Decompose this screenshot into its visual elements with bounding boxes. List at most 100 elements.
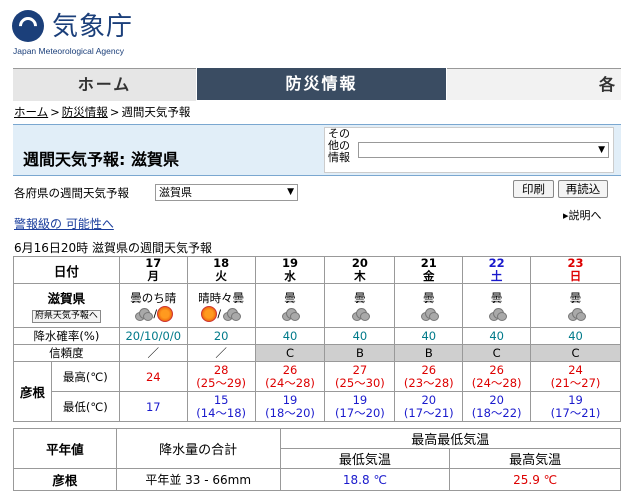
normal-min-value: 18.8 ℃ (279, 468, 451, 491)
normal-precip-value: 平年並 33 - 66mm (115, 468, 281, 491)
min-temp-value: 20 (489, 392, 504, 407)
pref-select-value: 滋賀県 (159, 186, 192, 199)
max-temp: 24 (21〜27) (530, 361, 621, 392)
weather-cell: 曇 (254, 283, 326, 328)
global-nav: ホーム 防災情報 各 (13, 68, 621, 101)
pop-value: 40 (394, 327, 464, 345)
min-temp-range: (17〜21) (403, 405, 454, 420)
max-temp-value: 26 (421, 362, 437, 377)
cloud-icon (350, 307, 370, 321)
weather-cell: 曇 (394, 283, 464, 328)
breadcrumb-home[interactable]: ホーム (14, 105, 48, 119)
max-temp-value: 26 (282, 362, 298, 377)
sun-icon (157, 305, 174, 322)
day-header: 19 水 (254, 256, 326, 284)
min-temp-value: 19 (352, 392, 368, 407)
city-name: 彦根 (13, 361, 52, 422)
day-dow: 水 (284, 269, 296, 283)
breadcrumb-sep: > (50, 105, 60, 119)
weather-cell: 曇 (530, 283, 621, 328)
min-temp-value: 19 (568, 392, 583, 407)
min-temp-value: 15 (213, 392, 229, 407)
other-info-select[interactable]: ▼ (358, 142, 609, 158)
weather-row: 滋賀県 府県天気予報へ 曇のち晴 / 晴時々曇 / 曇 曇 曇 曇 曇 (13, 283, 621, 328)
day-header: 18 火 (186, 256, 256, 284)
region-name: 滋賀県 (47, 291, 86, 306)
min-temp-range: (17〜20) (335, 405, 385, 420)
reliability-value: ／ (118, 344, 188, 362)
sun-icon (201, 305, 218, 322)
breadcrumb-disaster-info[interactable]: 防災情報 (62, 105, 108, 119)
min-temp: 19 (17〜20) (324, 391, 396, 422)
weather-text: 曇 (354, 291, 366, 306)
max-temp: 26 (24〜28) (462, 361, 532, 392)
pref-forecast-button[interactable]: 府県天気予報へ (31, 310, 101, 323)
weather-cell: 曇のち晴 / (118, 283, 188, 328)
day-dow: 火 (215, 269, 227, 283)
min-label: 最低(℃) (50, 391, 120, 422)
reliability-row: 信頼度 ／ ／ C B B C C (13, 344, 621, 362)
nav-disaster-info[interactable]: 防災情報 (197, 68, 446, 100)
reliability-value: C (462, 344, 532, 362)
max-temp-range: (24〜28) (265, 375, 315, 390)
min-temp-row: 最低(℃) 17 15 (14〜18) 19 (18〜20) 19 (17〜20) 2… (14, 391, 621, 422)
day-dow: 土 (490, 269, 503, 283)
print-button[interactable]: 印刷 (513, 180, 554, 198)
min-temp-value: 20 (421, 392, 437, 407)
pop-value: 40 (462, 327, 532, 345)
pop-row: 降水確率(%) 20/10/0/0 20 40 40 40 40 40 (13, 327, 621, 345)
min-temp-value: 19 (282, 392, 298, 407)
reliability-value: ／ (186, 344, 256, 362)
pop-value: 40 (324, 327, 396, 345)
cloud-icon (419, 307, 439, 321)
day-header-sunday: 23 日 (530, 256, 621, 284)
cloud-icon (280, 307, 301, 321)
logo-subtitle: Japan Meteorological Agency (13, 46, 125, 56)
day-dow: 金 (423, 269, 435, 283)
weather-cell: 曇 (324, 283, 396, 328)
other-info-label: その他の情報 (328, 127, 350, 164)
logo-title[interactable]: 気象庁 (52, 6, 133, 43)
pop-value: 40 (254, 327, 326, 345)
weather-text: 晴時々曇 (198, 290, 245, 305)
issue-time: 6月16日20時 滋賀県の週間天気予報 (14, 241, 212, 255)
temp-label: 最高最低気温 (279, 428, 621, 449)
min-temp: 20 (17〜21) (394, 391, 464, 422)
pop-label: 降水確率(%) (13, 327, 120, 345)
warning-possibility-link[interactable]: 警報級の 可能性へ (14, 215, 114, 232)
normals-header-row: 平年値 降水量の合計 最高最低気温 (13, 428, 621, 469)
min-temp-value: 17 (145, 399, 161, 414)
min-temp-range: (18〜22) (471, 405, 522, 420)
max-temp: 26 (23〜28) (394, 361, 464, 392)
date-label: 日付 (13, 256, 120, 284)
max-temp-row: 彦根 最高(℃) 24 28 (25〜29) 26 (24〜28) 27 (25〜30… (13, 361, 621, 422)
max-temp-range: (25〜29) (196, 375, 247, 390)
min-temp-range: (18〜20) (265, 405, 315, 420)
page-title: 週間天気予報: 滋賀県 (23, 150, 179, 169)
min-temp: 19 (18〜20) (254, 391, 326, 422)
pop-value: 40 (530, 327, 621, 345)
nav-home[interactable]: ホーム (13, 68, 196, 101)
jma-logo-icon[interactable] (12, 10, 44, 42)
weather-text: 曇 (423, 291, 435, 306)
explain-link[interactable]: ▸説明へ (563, 207, 602, 223)
max-temp-value: 27 (352, 362, 368, 377)
max-temp-value: 24 (145, 369, 161, 384)
normals-table: 平年値 降水量の合計 最高最低気温 最低気温 最高気温 彦根 平年並 33 - … (13, 428, 621, 491)
nav-third[interactable]: 各 (447, 68, 621, 100)
max-temp-range: (21〜27) (550, 375, 601, 390)
chevron-down-icon: ▼ (287, 187, 294, 197)
day-dow: 日 (569, 269, 582, 283)
cloud-icon (221, 307, 242, 321)
weekly-forecast-table: 日付 17 月 18 火 19 水 20 木 21 金 22 土 23 日 滋賀県 府県天気予… (13, 256, 621, 422)
max-temp: 24 (118, 361, 188, 392)
reload-button[interactable]: 再読込 (558, 180, 608, 198)
max-temp: 27 (25〜30) (324, 361, 396, 392)
pop-value: 20 (186, 327, 256, 345)
weather-text: 曇 (490, 291, 503, 306)
date-row: 日付 17 月 18 火 19 水 20 木 21 金 22 土 23 日 (13, 256, 621, 284)
chevron-down-icon: ▼ (598, 145, 605, 155)
day-header: 21 金 (394, 256, 464, 284)
day-dow: 月 (147, 269, 160, 283)
pref-select[interactable]: 滋賀県 ▼ (155, 184, 298, 201)
